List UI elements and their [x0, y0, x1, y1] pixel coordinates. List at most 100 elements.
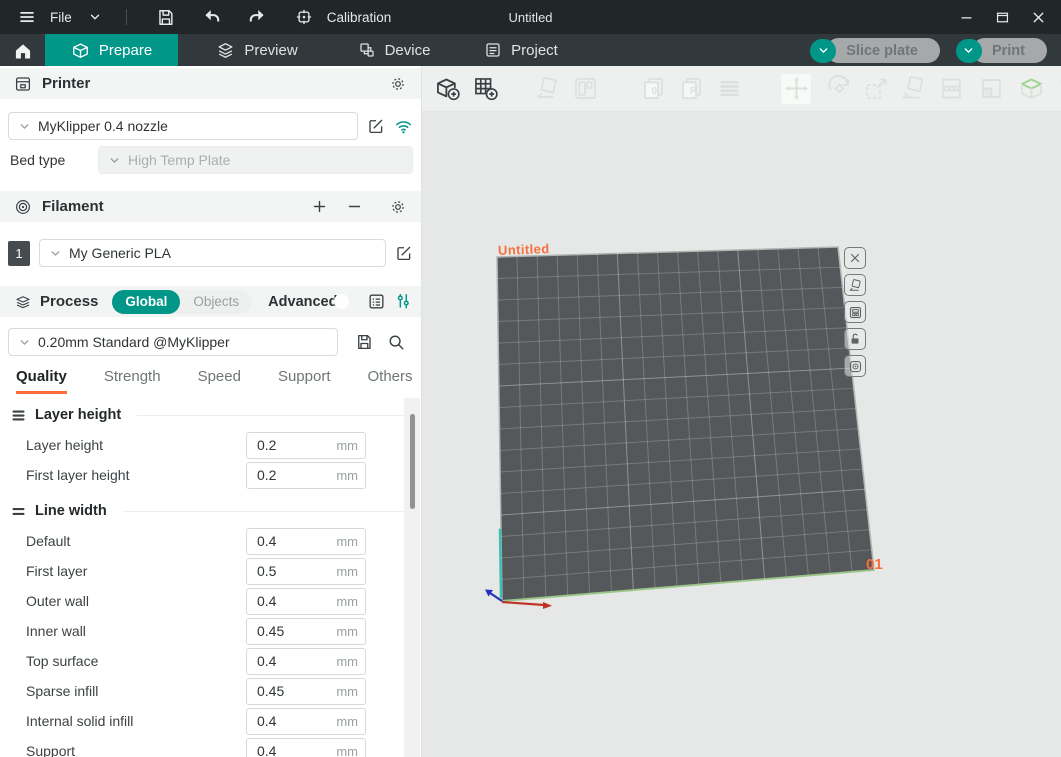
setting-label: Inner wall [26, 623, 246, 639]
hamburger-menu-icon[interactable] [14, 4, 40, 30]
sidebar-scrollbar-thumb[interactable] [410, 414, 415, 509]
setting-label: Top surface [26, 653, 246, 669]
arrange-button[interactable] [570, 74, 600, 104]
tab-others[interactable]: Others [368, 368, 413, 394]
tab-prepare[interactable]: Prepare [45, 34, 178, 66]
edit-filament-icon[interactable] [395, 244, 413, 262]
home-button[interactable] [10, 38, 36, 64]
auto-orient-button[interactable] [532, 74, 562, 104]
split-to-objects-button[interactable]: 0 [638, 74, 668, 104]
edit-printer-icon[interactable] [367, 117, 385, 135]
filament-spool-icon [14, 198, 32, 216]
split-to-parts-button[interactable]: P [676, 74, 706, 104]
plate-gear-button[interactable] [844, 355, 866, 377]
slice-plate-button[interactable]: Slice plate [826, 38, 940, 63]
undo-button[interactable] [199, 4, 225, 30]
3d-viewport[interactable]: 0 P Ta Untitled 01 [422, 66, 1061, 757]
paint-tool-button[interactable] [1016, 74, 1046, 104]
process-section-title: Process [40, 293, 98, 310]
slice-dropdown-button[interactable] [810, 39, 836, 63]
scope-global-option[interactable]: Global [112, 290, 180, 314]
redo-button[interactable] [245, 4, 271, 30]
chevron-down-icon [49, 247, 62, 260]
remove-filament-button[interactable] [346, 198, 363, 215]
preview-layers-icon [216, 41, 235, 60]
unit-label: mm [336, 564, 358, 579]
compare-presets-icon[interactable] [394, 292, 413, 311]
slice-split-button: Slice plate [810, 38, 940, 63]
calibration-icon[interactable] [291, 4, 317, 30]
maximize-button[interactable] [989, 4, 1015, 30]
add-filament-button[interactable] [311, 198, 328, 215]
print-split-button: Print [956, 38, 1047, 63]
unit-label: mm [336, 534, 358, 549]
delete-plate-button[interactable] [844, 247, 866, 269]
main-nav-bar: Prepare Preview Device Project Slice pla… [0, 34, 1061, 66]
tab-strength[interactable]: Strength [104, 368, 161, 394]
move-tool-button[interactable] [781, 74, 811, 104]
lay-on-face-button[interactable] [898, 74, 928, 104]
file-menu-chevron-down-icon[interactable] [82, 4, 108, 30]
mesh-boolean-button[interactable] [976, 74, 1006, 104]
close-button[interactable] [1025, 4, 1051, 30]
bed-type-label: Bed type [10, 152, 94, 168]
chevron-down-icon [18, 120, 31, 133]
tab-device[interactable]: Device [344, 34, 444, 66]
setting-label: Layer height [26, 437, 246, 453]
filament-section-header: Filament [0, 191, 421, 222]
plate-action-buttons [844, 247, 866, 377]
print-dropdown-button[interactable] [956, 39, 982, 63]
variable-layer-height-button[interactable] [714, 74, 744, 104]
orient-plate-button[interactable] [844, 274, 866, 296]
filament-section-title: Filament [42, 198, 104, 215]
add-plate-button[interactable] [470, 74, 500, 104]
sidebar-scrollbar-track[interactable] [404, 398, 420, 757]
scope-objects-option[interactable]: Objects [180, 290, 252, 314]
slicer-window: { "window": { "file_menu_label": "File",… [0, 0, 1061, 757]
print-button[interactable]: Print [972, 38, 1047, 63]
printer-preset-value: MyKlipper 0.4 nozzle [38, 118, 168, 134]
printer-connection-wifi-icon[interactable] [394, 117, 413, 136]
filament-settings-gear-icon[interactable] [389, 198, 407, 216]
setting-row: First layer mm [0, 556, 421, 586]
add-object-button[interactable] [432, 74, 462, 104]
split-objects-glyph: 0 [651, 86, 657, 97]
setting-row: Layer height mm [0, 430, 421, 460]
save-button[interactable] [153, 4, 179, 30]
lock-plate-button[interactable] [844, 328, 866, 350]
filament-slot-badge: 1 [8, 241, 30, 266]
line-width-group-header: Line width [10, 500, 407, 522]
process-scope-toggle: Global Objects [112, 290, 252, 314]
advanced-label: Advanced [268, 294, 337, 310]
group-title: Layer height [35, 407, 121, 423]
cut-tool-button[interactable] [936, 74, 966, 104]
search-settings-icon[interactable] [387, 333, 405, 351]
process-list-icon[interactable] [367, 292, 386, 311]
setting-row: Top surface mm [0, 646, 421, 676]
rotate-tool-button[interactable] [824, 74, 854, 104]
process-preset-value: 0.20mm Standard @MyKlipper [38, 334, 230, 350]
printer-preset-dropdown[interactable]: MyKlipper 0.4 nozzle [8, 112, 358, 140]
save-preset-icon[interactable] [355, 333, 373, 351]
filament-preset-dropdown[interactable]: My Generic PLA [39, 239, 386, 267]
text-tool-button[interactable]: Ta [1054, 74, 1061, 104]
tab-preview[interactable]: Preview [197, 34, 317, 66]
printer-icon [14, 75, 32, 93]
tab-support[interactable]: Support [278, 368, 331, 394]
unit-label: mm [336, 624, 358, 639]
minimize-button[interactable] [953, 4, 979, 30]
file-menu[interactable]: File [50, 10, 72, 25]
bed-type-dropdown[interactable]: High Temp Plate [98, 146, 413, 174]
layer-height-group-header: Layer height [10, 404, 407, 426]
tab-project[interactable]: Project [466, 34, 576, 66]
setting-label: Sparse infill [26, 683, 246, 699]
calibration-menu[interactable]: Calibration [327, 10, 392, 25]
process-preset-dropdown[interactable]: 0.20mm Standard @MyKlipper [8, 328, 338, 356]
plate-settings-button[interactable] [844, 301, 866, 323]
tab-quality[interactable]: Quality [16, 368, 67, 394]
tab-speed[interactable]: Speed [198, 368, 241, 394]
printer-settings-gear-icon[interactable] [389, 75, 407, 93]
build-plate-canvas[interactable] [422, 66, 1061, 757]
scale-tool-button[interactable] [861, 74, 891, 104]
chevron-down-icon [18, 336, 31, 349]
